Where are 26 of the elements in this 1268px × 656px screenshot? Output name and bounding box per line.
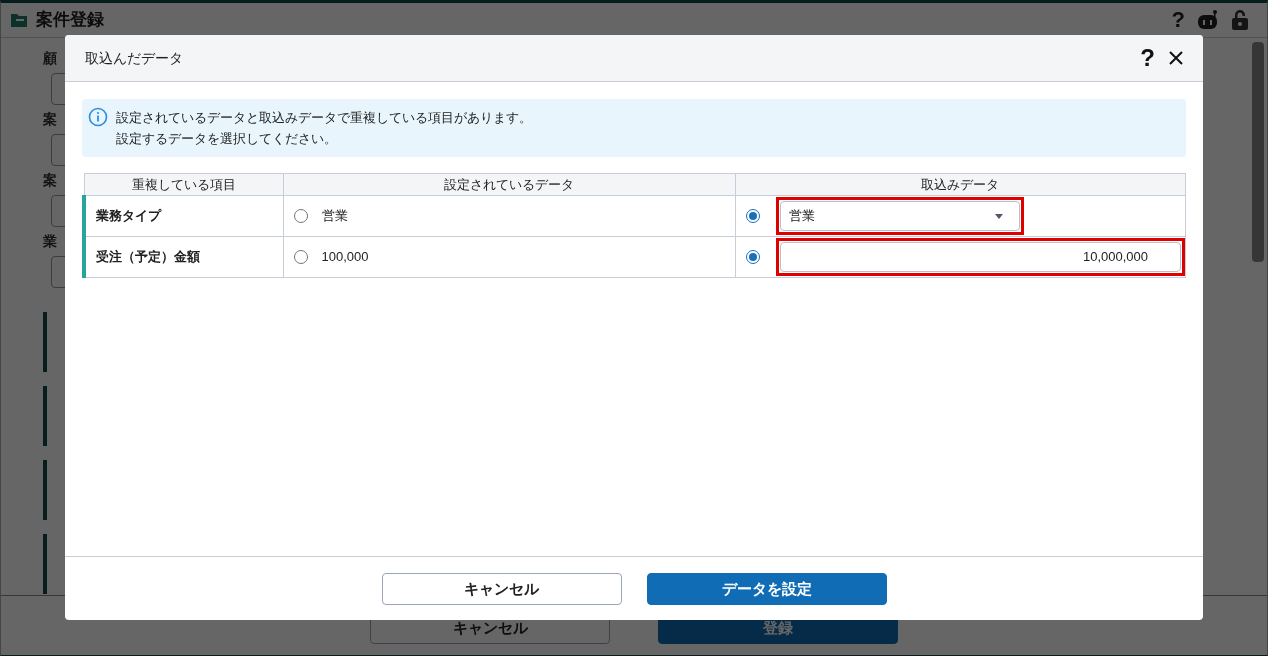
- info-message: 設定するデータを選択してください。: [116, 130, 338, 148]
- column-header: 重複している項目: [84, 173, 283, 196]
- cancel-button[interactable]: キャンセル: [381, 573, 622, 605]
- set-data-button[interactable]: データを設定: [646, 573, 887, 605]
- field-label: 業: [43, 232, 57, 251]
- info-icon: [88, 107, 108, 127]
- column-header: 取込みデータ: [735, 173, 1186, 196]
- dialog-title: 取込んだデータ: [85, 48, 183, 68]
- table-cell-text: 100,000: [321, 248, 369, 267]
- table-cell-text: 営業: [321, 207, 348, 226]
- close-icon[interactable]: [1169, 51, 1183, 65]
- select-field[interactable]: 営業: [779, 201, 1020, 231]
- field-label: 顧: [43, 49, 57, 68]
- field-label: 案: [43, 110, 57, 129]
- page-title: 案件登録: [36, 9, 104, 32]
- folder-icon: [11, 13, 27, 27]
- caret-icon: [994, 213, 1003, 219]
- column-header: 設定されているデータ: [283, 173, 735, 196]
- help-icon[interactable]: ?: [1140, 46, 1155, 70]
- info-message: 設定されているデータと取込みデータで重複している項目があります。: [116, 109, 532, 127]
- table-cell: 受注（予定）金額: [84, 236, 283, 278]
- table-cell: 業務タイプ: [84, 195, 283, 237]
- field-label: 案: [43, 171, 57, 190]
- amount-field[interactable]: 10,000,000: [779, 242, 1181, 272]
- lock-icon[interactable]: [1231, 9, 1249, 31]
- robot-icon[interactable]: [1197, 9, 1219, 31]
